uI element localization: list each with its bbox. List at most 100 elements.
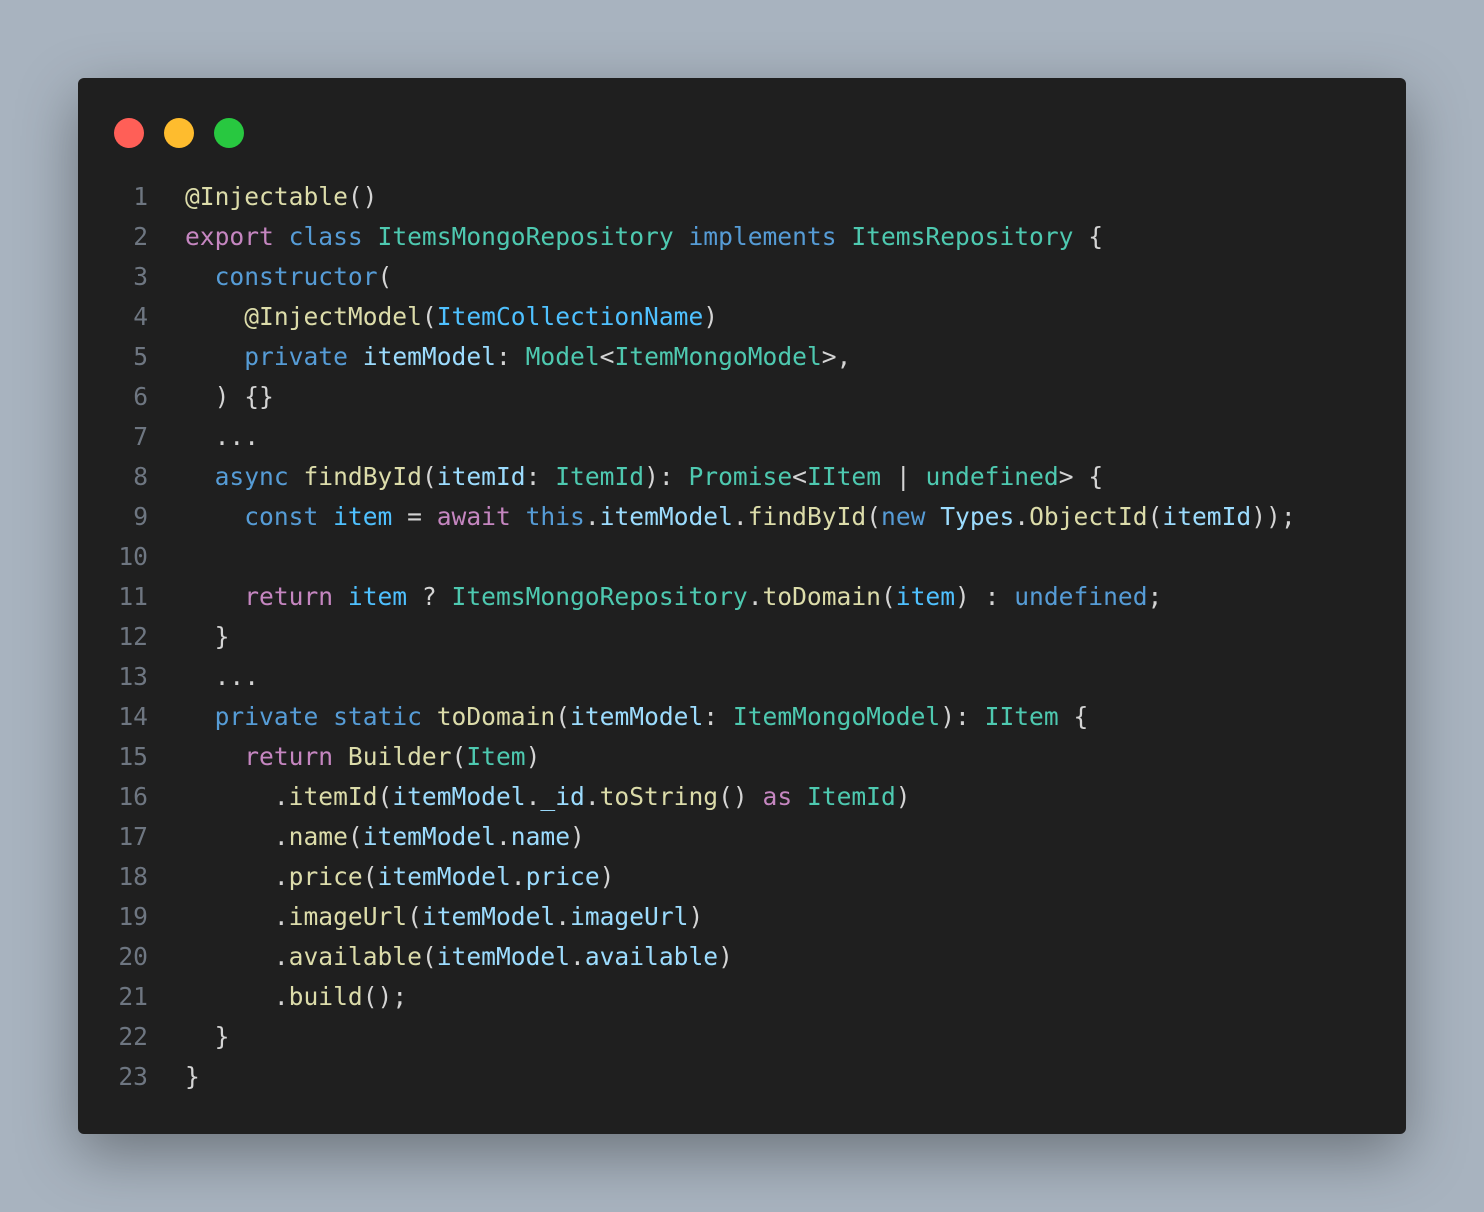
code-window: 1 @Injectable() 2 export class ItemsMongoRe… bbox=[78, 78, 1406, 1134]
code-token: . bbox=[584, 502, 600, 531]
code-token: item bbox=[333, 502, 393, 531]
code-token: } bbox=[185, 1062, 200, 1091]
code-token: ( bbox=[866, 502, 882, 531]
code-token: export bbox=[185, 222, 274, 251]
code-token: findById bbox=[303, 462, 422, 491]
code-token: : bbox=[703, 702, 733, 731]
code-token: Item bbox=[466, 742, 526, 771]
code-token: . bbox=[185, 862, 289, 891]
code-token: . bbox=[584, 782, 600, 811]
minimize-button[interactable] bbox=[164, 118, 194, 148]
code-token: itemId bbox=[1162, 502, 1252, 531]
code-token: )); bbox=[1251, 502, 1296, 531]
line-number: 12 bbox=[118, 622, 148, 651]
code-token: >, bbox=[821, 342, 852, 371]
line-number: 20 bbox=[118, 942, 148, 971]
code-token: ( bbox=[347, 822, 363, 851]
code-token: ( bbox=[421, 462, 437, 491]
code-token: IItem bbox=[806, 462, 882, 491]
code-line: 1 @Injectable() bbox=[78, 177, 1296, 217]
code-token: ItemsMongoRepository bbox=[377, 222, 674, 251]
code-token: itemModel bbox=[362, 342, 496, 371]
line-source: ... bbox=[185, 657, 259, 697]
code-token: ItemId bbox=[806, 782, 896, 811]
code-token: constructor bbox=[214, 262, 378, 291]
code-line: 10 bbox=[78, 537, 1296, 577]
close-button[interactable] bbox=[114, 118, 144, 148]
code-line: 2 export class ItemsMongoRepository imple… bbox=[78, 217, 1296, 257]
code-token: itemModel bbox=[377, 862, 511, 891]
code-line: 18 .price(itemModel.price) bbox=[78, 857, 1296, 897]
line-number: 5 bbox=[133, 342, 148, 371]
code-token: ( bbox=[407, 902, 422, 931]
code-token: itemModel bbox=[421, 902, 556, 931]
code-line: 9 const item = await this.itemModel.find… bbox=[78, 497, 1296, 537]
maximize-button[interactable] bbox=[214, 118, 244, 148]
code-line: 17 .name(itemModel.name) bbox=[78, 817, 1296, 857]
line-source: .itemId(itemModel._id.toString() as Item… bbox=[185, 777, 911, 817]
code-token: name bbox=[510, 822, 571, 851]
code-token: { bbox=[1073, 222, 1104, 251]
code-token: itemModel bbox=[362, 822, 496, 851]
code-token: () bbox=[347, 182, 378, 211]
code-token: . bbox=[185, 822, 289, 851]
code-line: 7 ... bbox=[78, 417, 1296, 457]
code-token: @InjectModel bbox=[244, 302, 422, 331]
line-number: 7 bbox=[133, 422, 148, 451]
code-token: ( bbox=[362, 862, 378, 891]
line-number: 1 bbox=[133, 182, 148, 211]
code-token: . bbox=[510, 862, 526, 891]
code-token: as bbox=[762, 782, 793, 811]
code-token: . bbox=[570, 942, 585, 971]
code-token: } bbox=[185, 1022, 230, 1051]
line-number: 16 bbox=[118, 782, 148, 811]
code-token: . bbox=[732, 502, 748, 531]
code-token: item bbox=[895, 582, 956, 611]
code-token: . bbox=[1014, 502, 1030, 531]
line-number: 8 bbox=[133, 462, 148, 491]
code-token: itemId bbox=[436, 462, 526, 491]
line-source: .available(itemModel.available) bbox=[185, 937, 733, 977]
code-token: undefined bbox=[1014, 582, 1148, 611]
code-token: toDomain bbox=[762, 582, 881, 611]
line-source: } bbox=[185, 1017, 230, 1057]
code-token: name bbox=[288, 822, 348, 851]
code-token: ItemsMongoRepository bbox=[451, 582, 748, 611]
code-token: ) bbox=[525, 742, 541, 771]
line-number: 6 bbox=[133, 382, 148, 411]
code-token: . bbox=[525, 782, 541, 811]
code-token: itemModel bbox=[436, 942, 570, 971]
line-source: @InjectModel(ItemCollectionName) bbox=[185, 297, 718, 337]
code-token: > { bbox=[1058, 462, 1104, 491]
code-token: : bbox=[525, 462, 556, 491]
code-token: toDomain bbox=[436, 702, 556, 731]
line-number: 18 bbox=[118, 862, 148, 891]
code-token: return bbox=[244, 742, 334, 771]
line-number: 19 bbox=[118, 902, 148, 931]
code-token: < bbox=[792, 462, 807, 491]
code-line: 14 private static toDomain(itemModel: It… bbox=[78, 697, 1296, 737]
code-token: . bbox=[185, 902, 289, 931]
code-token: ( bbox=[421, 942, 437, 971]
code-line: 3 constructor( bbox=[78, 257, 1296, 297]
line-source: } bbox=[185, 1057, 200, 1097]
code-token: IItem bbox=[984, 702, 1059, 731]
line-source: ... bbox=[185, 417, 259, 457]
code-token: ): bbox=[644, 462, 689, 491]
code-token: ItemCollectionName bbox=[436, 302, 704, 331]
code-token: ? bbox=[407, 582, 452, 611]
